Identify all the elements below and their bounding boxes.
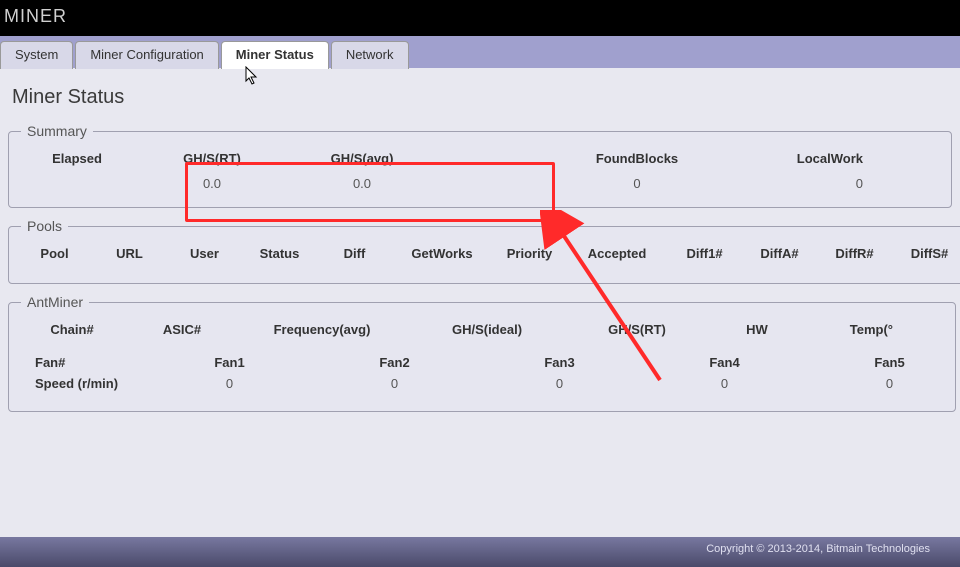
page-title: Miner Status <box>12 86 952 109</box>
tab-miner-status[interactable]: Miner Status <box>221 41 329 69</box>
copyright-text: Copyright © 2013-2014, Bitmain Technolog… <box>706 543 930 555</box>
summary-header-row: Elapsed GH/S(RT) GH/S(avg) FoundBlocks L… <box>17 149 943 174</box>
tab-network[interactable]: Network <box>331 41 409 69</box>
fan3-label: Fan3 <box>477 355 642 370</box>
window-title-bar: MINER <box>0 0 960 36</box>
col-diff: Diff <box>317 244 392 263</box>
fan5-label: Fan5 <box>807 355 960 370</box>
speed-row-label: Speed (r/min) <box>17 376 147 391</box>
fan5-speed: 0 <box>807 376 960 391</box>
pools-legend: Pools <box>21 218 68 234</box>
col-diff1: Diff1# <box>667 244 742 263</box>
col-diffa: DiffA# <box>742 244 817 263</box>
fan4-label: Fan4 <box>642 355 807 370</box>
col-ghsrt2: GH/S(RT) <box>567 320 707 339</box>
col-getworks: GetWorks <box>392 244 492 263</box>
summary-value-row: 0.0 0.0 0 0 <box>17 174 943 193</box>
val-localwork: 0 <box>727 174 867 193</box>
antminer-header-row: Chain# ASIC# Frequency(avg) GH/S(ideal) … <box>17 320 947 345</box>
antminer-panel: AntMiner Chain# ASIC# Frequency(avg) GH/… <box>8 294 956 412</box>
antminer-legend: AntMiner <box>21 294 89 310</box>
val-foundblocks: 0 <box>547 174 727 193</box>
val-ghsavg: 0.0 <box>287 174 437 193</box>
tab-system[interactable]: System <box>0 41 73 69</box>
fan-row-label: Fan# <box>17 355 147 370</box>
fan2-speed: 0 <box>312 376 477 391</box>
footer: Copyright © 2013-2014, Bitmain Technolog… <box>0 537 960 567</box>
col-status: Status <box>242 244 317 263</box>
col-elapsed: Elapsed <box>17 149 137 168</box>
pools-header-row: Pool URL User Status Diff GetWorks Prior… <box>17 244 960 269</box>
col-diffr: DiffR# <box>817 244 892 263</box>
pools-panel: Pools Pool URL User Status Diff GetWorks… <box>8 218 960 284</box>
fan2-label: Fan2 <box>312 355 477 370</box>
tab-bar: System Miner Configuration Miner Status … <box>0 36 960 68</box>
fan-table: Fan# Speed (r/min) Fan1 0 Fan2 0 Fan3 0 … <box>17 355 947 397</box>
fan1-speed: 0 <box>147 376 312 391</box>
summary-panel: Summary Elapsed GH/S(RT) GH/S(avg) Found… <box>8 123 952 208</box>
val-elapsed <box>17 174 137 178</box>
summary-legend: Summary <box>21 123 93 139</box>
col-accepted: Accepted <box>567 244 667 263</box>
col-user: User <box>167 244 242 263</box>
col-asic: ASIC# <box>127 320 237 339</box>
col-ghsideal: GH/S(ideal) <box>407 320 567 339</box>
col-chain: Chain# <box>17 320 127 339</box>
col-foundblocks: FoundBlocks <box>547 149 727 168</box>
col-temp: Temp(° <box>807 320 897 339</box>
col-hw: HW <box>707 320 807 339</box>
col-pool: Pool <box>17 244 92 263</box>
col-ghsavg: GH/S(avg) <box>287 149 437 168</box>
col-priority: Priority <box>492 244 567 263</box>
fan1-label: Fan1 <box>147 355 312 370</box>
col-ghsrt: GH/S(RT) <box>137 149 287 168</box>
app-title: MINER <box>4 6 67 26</box>
col-diffs: DiffS# <box>892 244 960 263</box>
col-localwork: LocalWork <box>727 149 867 168</box>
col-frequency: Frequency(avg) <box>237 320 407 339</box>
page-content: Miner Status Summary Elapsed GH/S(RT) GH… <box>0 68 960 567</box>
fan4-speed: 0 <box>642 376 807 391</box>
tab-miner-configuration[interactable]: Miner Configuration <box>75 41 218 69</box>
col-url: URL <box>92 244 167 263</box>
val-ghsrt: 0.0 <box>137 174 287 193</box>
fan3-speed: 0 <box>477 376 642 391</box>
